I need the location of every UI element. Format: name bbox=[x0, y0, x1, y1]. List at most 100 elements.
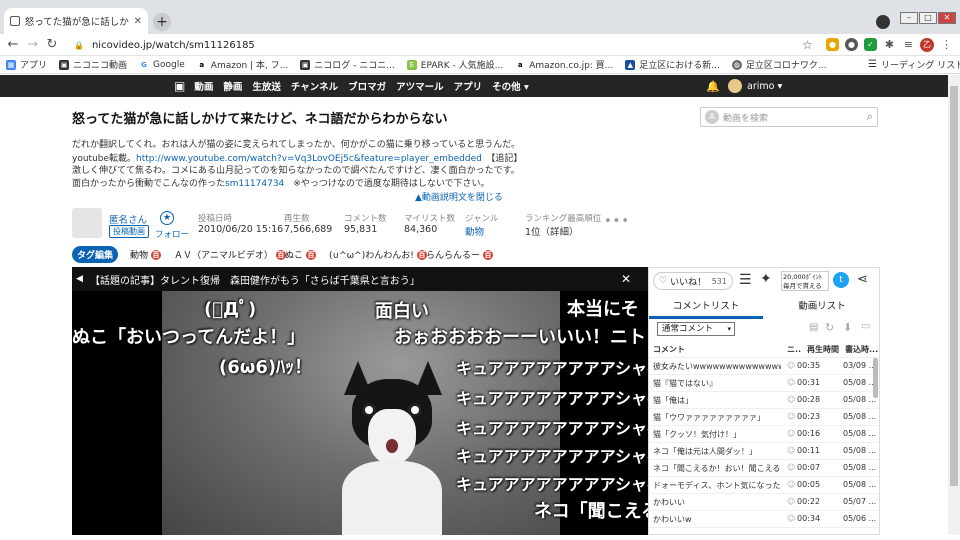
nav-video[interactable]: 動画 bbox=[189, 79, 218, 93]
comment-list-scrollbar[interactable] bbox=[873, 358, 878, 398]
bookmark-adachi[interactable]: ▲ 足立区における新... bbox=[625, 58, 720, 71]
news-prev-icon[interactable]: ◀ bbox=[76, 274, 83, 284]
extension-check-icon[interactable]: ✓ bbox=[864, 38, 877, 51]
comment-row[interactable]: ドォーモディス、ホント気になったー ☺ 00:05 05/08 ... bbox=[649, 477, 879, 494]
more-menu-icon[interactable]: ⋮ bbox=[940, 38, 953, 51]
browser-tab[interactable]: 怒ってた猫が急に話しかけて来た ✕ bbox=[4, 8, 148, 34]
tag-label[interactable]: (∪^ω^)わんわんお! bbox=[329, 248, 414, 261]
maximize-button[interactable]: □ bbox=[919, 12, 937, 24]
comment-type-select[interactable]: 通常コメント ▾ bbox=[657, 322, 735, 336]
bookmark-reading-list[interactable]: ☰ リーディング リスト bbox=[868, 58, 960, 71]
tag-item[interactable]: (∪^ω^)わんわんお! 百 bbox=[329, 248, 427, 261]
extension-icon[interactable]: ● bbox=[826, 38, 839, 51]
profile-avatar[interactable]: 乙人 bbox=[920, 38, 934, 62]
tag-item[interactable]: 動物百 bbox=[130, 248, 162, 261]
related-video-link[interactable]: sm11174734 bbox=[225, 179, 284, 189]
video-player[interactable]: ◀ 【話題の記事】タレント復帰 森田健作がもう「さらば千葉県と言おう」 ✕ (ﾟ… bbox=[72, 267, 648, 535]
media-control-icon[interactable]: ≡ bbox=[902, 38, 915, 51]
tab-close-icon[interactable]: ✕ bbox=[134, 16, 142, 27]
nicoru-icon[interactable]: ☺ bbox=[787, 361, 795, 370]
bookmark-adachi-corona[interactable]: ◍ 足立区コロナワク... bbox=[731, 58, 826, 71]
extension-icon[interactable]: ● bbox=[845, 38, 858, 51]
address-bar[interactable]: 🔒 nicovideo.jp/watch/sm11126185 bbox=[64, 36, 818, 55]
nicoru-icon[interactable]: ☺ bbox=[787, 446, 795, 455]
comment-row[interactable]: 猫「ウワァァァァァァァァァ」 ☺ 00:23 05/08 ... bbox=[649, 409, 879, 426]
header-nico[interactable]: ニ.. bbox=[787, 344, 801, 355]
forward-arrow-icon[interactable]: → bbox=[25, 37, 41, 53]
bookmark-niconico[interactable]: ▣ ニコニコ動画 bbox=[59, 58, 127, 71]
bookmark-amazon-jp[interactable]: a Amazon.co.jp: 買... bbox=[515, 58, 613, 71]
calendar-icon[interactable]: ▤ bbox=[809, 322, 818, 333]
bookmark-amazon[interactable]: a Amazon | 本, フ... bbox=[196, 58, 288, 71]
twitter-share-icon[interactable]: t bbox=[833, 272, 849, 288]
comment-bubble-icon[interactable]: ▭ bbox=[861, 321, 870, 332]
nicoru-icon[interactable]: ☺ bbox=[787, 429, 795, 438]
add-mylist-icon[interactable]: ☰ bbox=[739, 272, 752, 288]
nav-seiga[interactable]: 静画 bbox=[218, 79, 247, 93]
follow-button[interactable]: フォロー bbox=[155, 228, 189, 240]
nav-blomaga[interactable]: ブロマガ bbox=[343, 79, 391, 93]
bookmark-google[interactable]: G Google bbox=[139, 59, 185, 70]
tag-edit-button[interactable]: タグ編集 bbox=[72, 246, 119, 263]
new-tab-button[interactable]: + bbox=[153, 13, 171, 31]
collapse-description-link[interactable]: ▲動画説明文を閉じる bbox=[415, 190, 503, 203]
nicoru-icon[interactable]: ☺ bbox=[787, 378, 795, 387]
bookmark-epark[interactable]: E EPARK - 人気施設... bbox=[406, 58, 503, 71]
comment-row[interactable]: ネコ「俺は元は人間ダッ！」 ☺ 00:11 05/08 ... bbox=[649, 443, 879, 460]
encyclopedia-icon[interactable]: 百 bbox=[151, 249, 162, 260]
encyclopedia-icon[interactable]: 百 bbox=[483, 249, 494, 260]
stat-ranking[interactable]: 1位（詳細） bbox=[525, 224, 579, 238]
comment-row[interactable]: 猫『猫ではない』 ☺ 00:31 05/08 ... bbox=[649, 375, 879, 392]
notification-bell-icon[interactable]: 🔔 bbox=[706, 80, 720, 93]
nicoru-icon[interactable]: ☺ bbox=[787, 480, 795, 489]
nicoru-icon[interactable]: ☺ bbox=[787, 463, 795, 472]
comment-row[interactable]: かわいい ☺ 00:22 05/07 ... bbox=[649, 494, 879, 511]
minimize-button[interactable]: – bbox=[900, 12, 918, 24]
tag-item[interactable]: ぬこ百 bbox=[285, 248, 317, 261]
nicoru-icon[interactable]: ☺ bbox=[787, 514, 795, 523]
encyclopedia-icon[interactable]: 百 bbox=[306, 249, 317, 260]
download-icon[interactable]: ⬇ bbox=[843, 321, 852, 334]
stat-genre[interactable]: 動物 bbox=[465, 224, 484, 238]
tag-label[interactable]: ＡＶ（アニマルビデオ） bbox=[174, 248, 273, 261]
tag-item[interactable]: ＡＶ（アニマルビデオ）百 bbox=[174, 248, 286, 261]
tag-label[interactable]: らんらんるー bbox=[426, 248, 480, 261]
profile-circle-icon[interactable] bbox=[876, 15, 890, 29]
reload-icon[interactable]: ↻ bbox=[44, 37, 60, 53]
uploader-avatar[interactable] bbox=[72, 208, 102, 238]
header-comment[interactable]: コメント bbox=[653, 344, 685, 355]
tab-video-list[interactable]: 動画リスト bbox=[765, 298, 879, 312]
video-search-box[interactable]: A 動画を検索 ⌕ bbox=[700, 107, 878, 127]
tag-item[interactable]: らんらんるー百 bbox=[426, 248, 494, 261]
uploader-name[interactable]: 匿名さん bbox=[109, 212, 147, 226]
news-close-icon[interactable]: ✕ bbox=[621, 272, 631, 286]
nav-channel[interactable]: チャンネル bbox=[286, 79, 343, 93]
comment-row[interactable]: 猫「クッソ！気付け！」 ☺ 00:16 05/08 ... bbox=[649, 426, 879, 443]
comment-row[interactable]: 猫「俺は」 ☺ 00:28 05/08 ... bbox=[649, 392, 879, 409]
news-bar[interactable]: ◀ 【話題の記事】タレント復帰 森田健作がもう「さらば千葉県と言おう」 ✕ bbox=[72, 267, 648, 291]
header-posted[interactable]: 書込時... bbox=[845, 344, 878, 355]
nicoru-icon[interactable]: ☺ bbox=[787, 497, 795, 506]
bookmark-apps[interactable]: ▦ アプリ bbox=[6, 58, 47, 71]
nav-atsumaru[interactable]: アツマール bbox=[391, 79, 449, 93]
nav-app[interactable]: アプリ bbox=[449, 79, 488, 93]
niconico-logo-icon[interactable]: ▣ bbox=[174, 79, 185, 93]
more-options-icon[interactable]: ••• bbox=[604, 214, 630, 229]
share-icon[interactable]: ⋖ bbox=[857, 272, 868, 287]
extensions-puzzle-icon[interactable]: ✱ bbox=[883, 38, 896, 51]
tag-label[interactable]: 動物 bbox=[130, 248, 148, 261]
page-scrollbar-thumb[interactable] bbox=[950, 86, 958, 486]
tag-label[interactable]: ぬこ bbox=[285, 248, 303, 261]
follow-star-icon[interactable]: ★ bbox=[160, 211, 174, 225]
like-button[interactable]: ♡ いいね！ 531 bbox=[653, 272, 733, 290]
search-icon[interactable]: ⌕ bbox=[867, 110, 873, 124]
tab-comment-list[interactable]: コメントリスト bbox=[649, 298, 763, 319]
close-window-button[interactable]: ✕ bbox=[938, 12, 956, 24]
news-headline[interactable]: 【話題の記事】タレント復帰 森田健作がもう「さらば千葉県と言おう」 bbox=[90, 272, 420, 287]
bookmark-star-icon[interactable]: ☆ bbox=[802, 38, 813, 52]
search-type-icon[interactable]: A bbox=[705, 110, 719, 124]
nav-live[interactable]: 生放送 bbox=[247, 79, 286, 93]
gift-icon[interactable]: ✦ bbox=[760, 271, 772, 287]
comment-row[interactable]: 彼女みたいwwwwwwwwwwwwwwwwwwwww ☺00:35 03/09 ..… bbox=[649, 358, 879, 375]
back-arrow-icon[interactable]: ← bbox=[5, 37, 21, 53]
